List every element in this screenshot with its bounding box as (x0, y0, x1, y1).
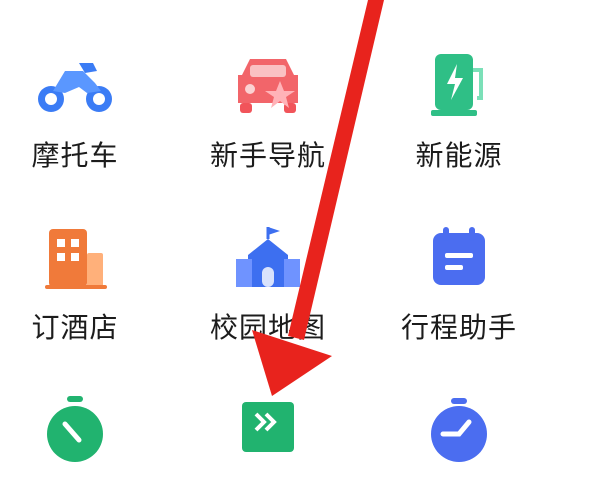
ev-charging-icon (419, 50, 499, 120)
grid-item-label: 新能源 (415, 139, 503, 172)
grid-item-label: 新手导航 (209, 139, 326, 172)
motorcycle-icon (35, 50, 115, 120)
speed-timer-icon (419, 394, 499, 464)
hotel-icon (35, 222, 115, 292)
grid-item-campus-map[interactable]: 校园地图 (168, 222, 368, 346)
grid-item-motorcycle[interactable]: 摩托车 (0, 50, 175, 174)
grid-item-forward[interactable] (168, 394, 368, 478)
calendar-icon (419, 222, 499, 292)
grid-item-label: 校园地图 (209, 311, 326, 344)
forward-flag-icon (228, 394, 308, 464)
stopwatch-icon (35, 394, 115, 464)
grid-item-stopwatch[interactable] (0, 394, 175, 478)
grid-item-speed-timer[interactable] (359, 394, 559, 478)
grid-item-novice-nav[interactable]: 新手导航 (168, 50, 368, 174)
grid-item-label: 订酒店 (31, 311, 119, 344)
grid-item-trip-assistant[interactable]: 行程助手 (359, 222, 559, 346)
campus-icon (228, 222, 308, 292)
novice-car-icon (228, 50, 308, 120)
grid-item-new-energy[interactable]: 新能源 (359, 50, 559, 174)
grid-item-label: 行程助手 (400, 311, 517, 344)
grid-item-hotel[interactable]: 订酒店 (0, 222, 175, 346)
grid-item-label: 摩托车 (31, 139, 119, 172)
